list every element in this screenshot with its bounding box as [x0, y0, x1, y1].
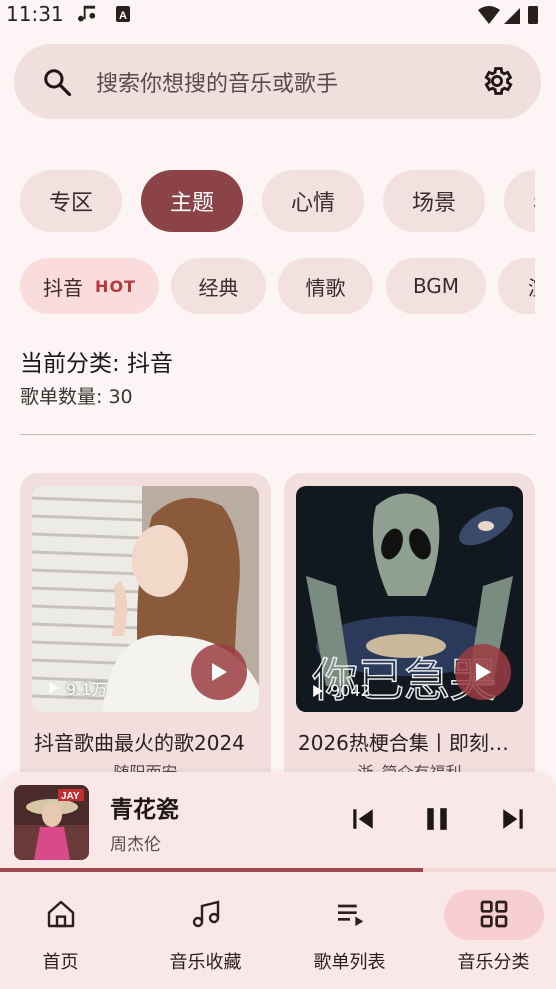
subcategory-label: 抖音 [43, 275, 84, 300]
cover-jay-text: JAY [61, 791, 80, 802]
playlist-title: 2026热梗合集丨即刻收藏 [298, 731, 528, 755]
now-playing-bar[interactable]: JAY 青花瓷 周杰伦 [0, 772, 556, 872]
now-playing-cover: JAY [14, 785, 89, 860]
subcategory-pill-concert[interactable]: 演唱 [498, 258, 535, 314]
playlist-card[interactable]: 你已急哭 9042 2026热梗合集丨即刻收藏 浙_简介有福利 [284, 473, 535, 803]
play-button[interactable] [455, 644, 511, 700]
hot-badge: HOT [95, 276, 136, 296]
bottom-navigation: 首页 音乐收藏 歌单列表 音乐分类 [0, 872, 556, 989]
category-pill-theme[interactable]: 主题 [141, 170, 243, 232]
subcategory-pill-love[interactable]: 情歌 [278, 258, 373, 314]
category-pill-era[interactable]: 年代 [504, 170, 535, 232]
play-small-icon [313, 684, 323, 697]
current-category-label: 当前分类: 抖音 [20, 351, 174, 377]
app-notification-icon: A [116, 6, 130, 22]
svg-text:A: A [119, 10, 127, 22]
music-note-icon [192, 900, 219, 928]
home-icon [47, 900, 74, 928]
playlist-title: 抖音歌曲最火的歌2024 [34, 731, 245, 755]
music-notification-icon [78, 5, 96, 22]
subcategory-pill-douyin[interactable]: 抖音 HOT [20, 258, 159, 314]
search-input[interactable]: 搜索你想搜的音乐或歌手 [96, 66, 338, 98]
search-icon [44, 69, 72, 97]
search-bar[interactable]: 搜索你想搜的音乐或歌手 [14, 44, 541, 119]
nav-item-home[interactable]: 首页 [0, 872, 130, 989]
previous-track-icon[interactable] [350, 806, 376, 832]
battery-icon [528, 6, 538, 24]
play-small-icon [49, 682, 59, 694]
category-grid-icon [480, 900, 507, 928]
play-count: 9.1万 [48, 676, 107, 700]
subcategory-pill-classic[interactable]: 经典 [171, 258, 266, 314]
signal-icon [504, 8, 520, 24]
nav-label: 音乐收藏 [169, 952, 242, 973]
category-tabs: 专区 主题 心情 场景 年代 [0, 170, 535, 234]
status-right-icons [476, 4, 546, 30]
nav-item-playlists[interactable]: 歌单列表 [280, 872, 419, 989]
pause-icon[interactable] [424, 806, 450, 832]
settings-gear-icon[interactable] [480, 64, 514, 98]
subcategory-tabs: 抖音 HOT 经典 情歌 BGM 演唱 [0, 258, 535, 316]
nav-label: 音乐分类 [457, 952, 530, 973]
now-playing-artist: 周杰伦 [110, 835, 161, 855]
nav-label: 歌单列表 [313, 952, 386, 973]
play-icon [476, 663, 491, 681]
playlist-card[interactable]: 9.1万 抖音歌曲最火的歌2024 随阳而安 [20, 473, 271, 803]
now-playing-title: 青花瓷 [110, 797, 179, 823]
playlist-count-label: 歌单数量: 30 [20, 386, 133, 408]
play-count: 9042 [312, 681, 371, 700]
category-pill-scene[interactable]: 场景 [383, 170, 485, 232]
playlist-cover-image: 你已急哭 9042 [296, 486, 523, 712]
status-time: 11:31 [6, 2, 64, 26]
play-icon [212, 663, 227, 681]
wifi-icon [478, 6, 500, 24]
subcategory-pill-bgm[interactable]: BGM [386, 258, 486, 314]
status-left-icons: A [78, 2, 138, 30]
next-track-icon[interactable] [500, 806, 526, 832]
divider [20, 434, 535, 435]
category-pill-mood[interactable]: 心情 [262, 170, 364, 232]
playlist-icon [337, 904, 363, 926]
nav-item-categories[interactable]: 音乐分类 [424, 872, 556, 989]
nav-item-favorites[interactable]: 音乐收藏 [136, 872, 275, 989]
playlist-cover-image: 9.1万 [32, 486, 259, 712]
nav-label: 首页 [42, 952, 79, 973]
play-button[interactable] [191, 644, 247, 700]
category-pill-zone[interactable]: 专区 [20, 170, 122, 232]
